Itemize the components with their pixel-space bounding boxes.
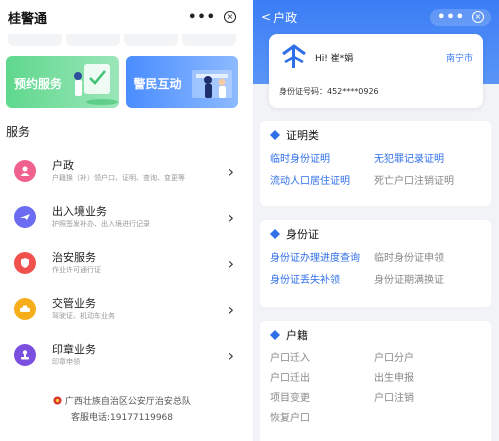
app-header: 桂警通 ••• × — [0, 0, 244, 34]
back-icon[interactable]: < — [261, 10, 271, 24]
seal-icon — [14, 344, 36, 366]
footer-org: 广西壮族自治区公安厅治安总队 — [0, 394, 244, 407]
miniapp-capsule: ••• × — [188, 10, 236, 25]
service-item-household[interactable]: 户政 户籍换（补）领户口、证明、查询、变更等 › — [0, 148, 244, 194]
shield-icon — [14, 252, 36, 274]
service-desc: 驾驶证、机动车业务 — [52, 312, 115, 320]
chevron-right-icon: › — [227, 253, 234, 273]
car-icon — [14, 298, 36, 320]
osmanthus-logo-icon — [282, 44, 306, 68]
appointment-label: 预约服务 — [14, 77, 63, 91]
service-desc: 护照签发补办、出入境进行记录 — [52, 220, 150, 228]
household-detail-panel: < 户政 ••• × Hi! 崔*娟 南宁市 身份证号码：452****0926… — [253, 0, 499, 441]
interaction-banner[interactable]: 警民互动 — [125, 56, 238, 108]
city-selector[interactable]: 南宁市 — [446, 51, 473, 64]
close-icon[interactable]: × — [472, 11, 484, 23]
link-restore-household[interactable]: 恢复户口 — [270, 409, 374, 429]
link-cancellation[interactable]: 户口注销 — [374, 389, 494, 409]
household-card: 户籍 户口迁入 户口分户 户口迁出 出生申报 项目变更 户口注销 恢复户口 — [260, 321, 491, 441]
diamond-icon — [270, 229, 280, 239]
detail-header-bg: < 户政 ••• × Hi! 崔*娟 南宁市 身份证号码：452****0926 — [253, 0, 499, 108]
service-name: 交管业务 — [52, 297, 96, 310]
link-temporary-id-proof[interactable]: 临时身份证明 — [270, 149, 374, 171]
link-death-cancellation[interactable]: 死亡户口注销证明 — [374, 171, 494, 193]
plane-icon — [14, 206, 36, 228]
service-list: 户政 户籍换（补）领户口、证明、查询、变更等 › 出入境业务 护照签发补办、出入… — [0, 148, 244, 378]
id-card: Hi! 崔*娟 南宁市 身份证号码：452****0926 — [269, 34, 483, 108]
more-icon[interactable]: ••• — [437, 10, 465, 25]
chevron-right-icon: › — [227, 345, 234, 365]
link-move-in[interactable]: 户口迁入 — [270, 349, 374, 369]
card-title: 证明类 — [286, 129, 319, 142]
card-header: 证明类 — [260, 121, 491, 149]
link-residence-proof[interactable]: 流动人口居住证明 — [270, 171, 374, 193]
card-title: 户籍 — [286, 329, 308, 342]
service-desc: 作业许可通行证 — [52, 266, 101, 274]
link-temporary-id-apply[interactable]: 临时身份证申领 — [374, 248, 494, 270]
service-desc: 户籍换（补）领户口、证明、查询、变更等 — [52, 174, 185, 182]
card-links: 户口迁入 户口分户 户口迁出 出生申报 项目变更 户口注销 恢复户口 — [260, 349, 491, 429]
chevron-right-icon: › — [227, 161, 234, 181]
link-move-out[interactable]: 户口迁出 — [270, 369, 374, 389]
id-card-services: 身份证 身份证办理进度查询 临时身份证申领 身份证丢失补领 身份证期满换证 — [260, 220, 491, 307]
app-title: 桂警通 — [8, 11, 48, 27]
service-item-traffic[interactable]: 交管业务 驾驶证、机动车业务 › — [0, 286, 244, 332]
link-expiry-renewal[interactable]: 身份证期满换证 — [374, 270, 494, 292]
card-header: 身份证 — [260, 220, 491, 248]
card-links: 身份证办理进度查询 临时身份证申领 身份证丢失补领 身份证期满换证 — [260, 248, 491, 292]
service-name: 印章业务 — [52, 343, 96, 356]
interaction-label: 警民互动 — [133, 77, 182, 91]
diamond-icon — [270, 130, 280, 140]
link-no-criminal-record[interactable]: 无犯罪记录证明 — [374, 149, 494, 171]
banner-row: 预约服务 警民互动 — [0, 46, 244, 108]
service-name: 出入境业务 — [52, 205, 107, 218]
service-item-public-security[interactable]: 治安服务 作业许可通行证 › — [0, 240, 244, 286]
chevron-right-icon: › — [227, 207, 234, 227]
top-grid-remnant — [8, 34, 236, 46]
user-greeting: Hi! 崔*娟 — [315, 54, 354, 64]
link-split-household[interactable]: 户口分户 — [374, 349, 494, 369]
services-section-title: 服务 — [6, 125, 31, 139]
service-item-seal[interactable]: 印章业务 印章申领 › — [0, 332, 244, 378]
close-icon[interactable]: × — [224, 11, 236, 23]
appointment-banner[interactable]: 预约服务 — [6, 56, 119, 108]
household-icon — [14, 160, 36, 182]
card-header: 户籍 — [260, 321, 491, 349]
service-name: 治安服务 — [52, 251, 96, 264]
police-badge-icon — [53, 396, 62, 405]
link-birth-registration[interactable]: 出生申报 — [374, 369, 494, 389]
more-icon[interactable]: ••• — [188, 10, 216, 25]
diamond-icon — [270, 330, 280, 340]
service-desc: 印章申领 — [52, 358, 80, 366]
miniapp-capsule: ••• × — [430, 8, 491, 26]
chevron-right-icon: › — [227, 299, 234, 319]
card-links: 临时身份证明 无犯罪记录证明 流动人口居住证明 死亡户口注销证明 — [260, 149, 491, 193]
certificate-card: 证明类 临时身份证明 无犯罪记录证明 流动人口居住证明 死亡户口注销证明 — [260, 121, 491, 206]
link-lost-reissue[interactable]: 身份证丢失补领 — [270, 270, 374, 292]
card-title: 身份证 — [286, 228, 319, 241]
page-title: 户政 — [273, 10, 298, 25]
id-number: 身份证号码：452****0926 — [279, 87, 379, 96]
footer-phone[interactable]: 客服电话:19177119968 — [0, 410, 244, 423]
service-name: 户政 — [52, 159, 74, 172]
link-progress-query[interactable]: 身份证办理进度查询 — [270, 248, 374, 270]
footer: 广西壮族自治区公安厅治安总队 客服电话:19177119968 — [0, 394, 244, 423]
service-item-entry-exit[interactable]: 出入境业务 护照签发补办、出入境进行记录 › — [0, 194, 244, 240]
link-item-change[interactable]: 项目变更 — [270, 389, 374, 409]
detail-header: < 户政 ••• × — [253, 0, 499, 34]
services-home-panel: 桂警通 ••• × 预约服务 警民互动 服务 户政 户籍换（补）领户口、证明、查… — [0, 0, 244, 441]
